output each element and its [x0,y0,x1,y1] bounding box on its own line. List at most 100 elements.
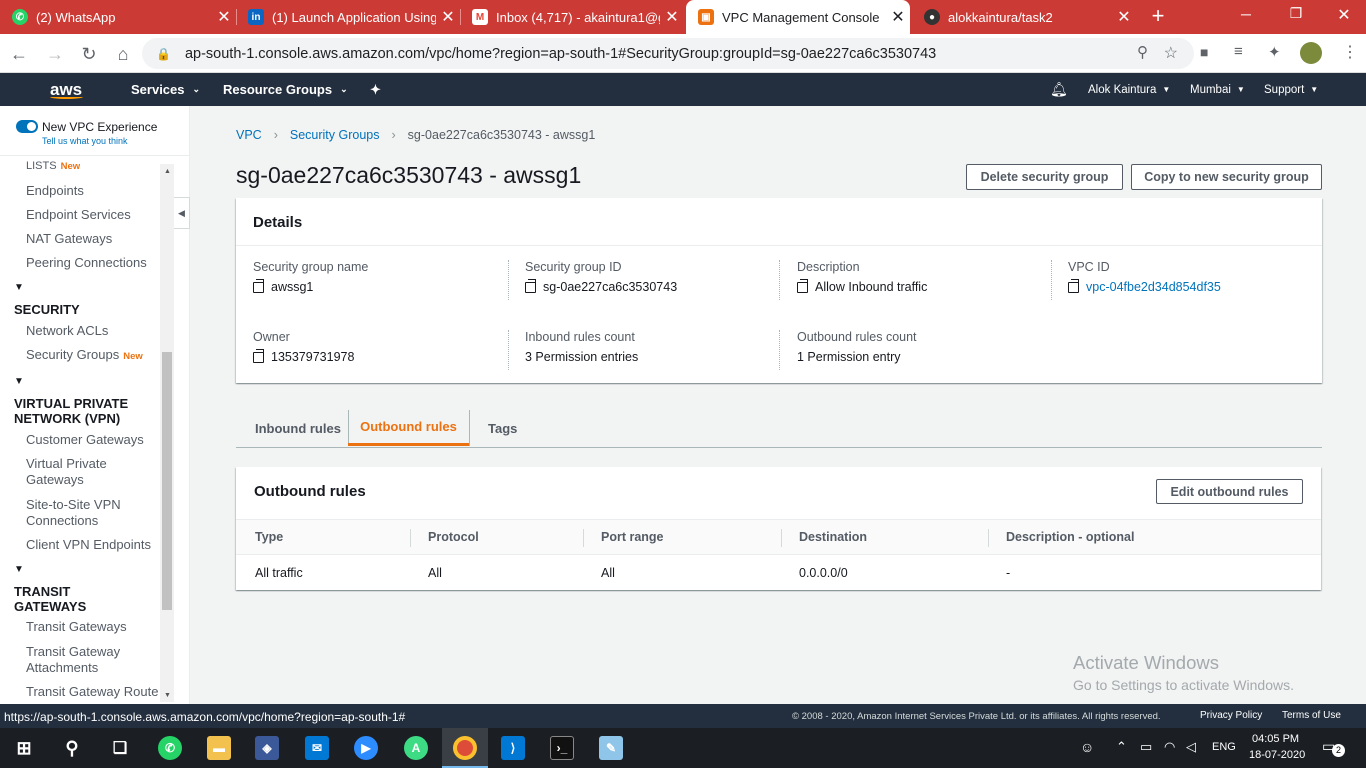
back-button[interactable]: ← [6,41,32,67]
notepad-icon[interactable]: ✎ [599,736,623,760]
sidebar-item-virtual-private-gateways[interactable]: Virtual Private [26,456,107,472]
sidebar-item-customer-gateways[interactable]: Customer Gateways [26,432,144,448]
profile-avatar[interactable] [1300,42,1322,64]
wifi-icon[interactable]: ◠ [1164,739,1175,755]
bookmark-star-icon[interactable]: ☆ [1164,43,1178,63]
sidebar-item-transit-gateways[interactable]: Transit Gateways [26,619,127,635]
close-icon[interactable]: ✕ [886,7,910,27]
close-icon[interactable]: ✕ [212,7,236,27]
whatsapp-icon[interactable]: ✆ [158,736,182,760]
mail-icon[interactable]: ✉ [305,736,329,760]
aws-logo[interactable]: aws [50,73,83,106]
copy-icon[interactable] [797,278,808,293]
privacy-policy-link[interactable]: Privacy Policy [1200,710,1262,721]
close-icon[interactable]: ✕ [660,7,684,27]
windows-start-icon[interactable]: ⊞ [12,736,36,760]
sidebar-item-tgw-attachments-2[interactable]: Attachments [26,660,98,676]
browser-tab-github[interactable]: ● alokkaintura/task2 ✕ [912,0,1136,34]
forward-button[interactable]: → [42,41,68,67]
column-header-type[interactable]: Type [255,520,283,554]
section-vpn-line1[interactable]: VIRTUAL PRIVATE [14,396,128,411]
new-tab-button[interactable]: + [1146,4,1170,28]
clock-time[interactable]: 04:05 PM [1252,733,1299,745]
breadcrumb-vpc[interactable]: VPC [236,128,262,142]
section-security[interactable]: SECURITY [14,302,80,317]
tab-outbound-rules[interactable]: Outbound rules [348,410,469,446]
sidebar-item-virtual-private-gateways-2[interactable]: Gateways [26,472,84,488]
volume-icon[interactable]: ◁ [1186,739,1196,755]
tab-inbound-rules[interactable]: Inbound rules [255,410,341,446]
column-header-port-range[interactable]: Port range [601,520,664,554]
sidebar-item-tgw-route[interactable]: Transit Gateway Route [26,684,158,700]
section-tgw-line2[interactable]: GATEWAYS [14,599,86,614]
section-vpn-line2[interactable]: NETWORK (VPN) [14,411,120,426]
vscode-icon[interactable]: ⟩ [501,736,525,760]
sidebar-item-security-groups[interactable]: Security Groups New [26,347,143,365]
sidebar-collapse-button[interactable]: ◀ [174,197,190,229]
search-icon[interactable]: ⚲ [60,736,84,760]
terms-of-use-link[interactable]: Terms of Use [1282,710,1341,721]
feedback-link[interactable]: Tell us what you think [42,136,128,146]
android-studio-icon[interactable]: A [404,736,428,760]
browser-tab-vpc[interactable]: ▣ VPC Management Console ✕ [686,0,910,34]
chrome-taskbar-active[interactable] [442,728,488,768]
caret-down-icon[interactable]: ▼ [14,376,24,387]
delete-security-group-button[interactable]: Delete security group [966,164,1123,190]
sidebar-item-endpoint-services[interactable]: Endpoint Services [26,207,131,223]
sidebar-item-site-to-site-vpn-2[interactable]: Connections [26,513,98,529]
task-view-icon[interactable]: ❏ [108,736,132,760]
sidebar-item-tgw-attachments[interactable]: Transit Gateway [26,644,120,660]
sidebar-scrollbar[interactable]: ▲ ▼ [160,164,174,702]
region-menu[interactable]: Mumbai ▼ [1190,73,1245,106]
breadcrumb-security-groups[interactable]: Security Groups [290,128,380,142]
column-header-protocol[interactable]: Protocol [428,520,479,554]
camera-extension-icon[interactable]: ■ [1200,44,1208,60]
close-window-button[interactable]: ✕ [1330,5,1358,25]
sidebar-item-peering-connections[interactable]: Peering Connections [26,255,147,271]
language-indicator[interactable]: ENG [1212,741,1236,753]
zoom-icon[interactable]: ⚲ [1137,43,1148,61]
sidebar-item-lists[interactable]: Lists New [26,158,80,175]
pin-icon[interactable]: ✦ [370,73,381,106]
section-tgw-line1[interactable]: TRANSIT [14,584,70,599]
sidebar-item-client-vpn-endpoints[interactable]: Client VPN Endpoints [26,537,151,553]
account-menu[interactable]: Alok Kaintura ▼ [1088,73,1170,106]
resource-groups-menu[interactable]: Resource Groups ⌄ [223,73,348,106]
scrollbar-thumb[interactable] [162,352,172,610]
zoom-icon[interactable]: ▶ [354,736,378,760]
close-icon[interactable]: ✕ [1112,7,1136,27]
reload-button[interactable]: ↻ [76,41,102,67]
copy-security-group-button[interactable]: Copy to new security group [1131,164,1322,190]
copy-icon[interactable] [253,348,264,363]
sidebar-item-endpoints[interactable]: Endpoints [26,183,84,199]
copy-icon[interactable] [253,278,264,293]
file-explorer-icon[interactable]: ▬ [207,736,231,760]
people-icon[interactable]: ☺ [1080,739,1094,755]
scroll-down-icon[interactable]: ▼ [164,692,171,699]
caret-down-icon[interactable]: ▼ [14,564,24,575]
sidebar-item-site-to-site-vpn[interactable]: Site-to-Site VPN [26,497,121,513]
extensions-icon[interactable]: ✦ [1268,43,1281,61]
tab-tags[interactable]: Tags [488,410,517,446]
copy-icon[interactable] [525,278,536,293]
bell-icon[interactable]: 🔔︎ [1050,73,1068,106]
battery-icon[interactable]: ▭ [1140,739,1152,755]
column-header-description[interactable]: Description - optional [1006,520,1134,554]
browser-tab-gmail[interactable]: M Inbox (4,717) - akaintura1@g ✕ [460,0,684,34]
browser-tab-linkedin[interactable]: in (1) Launch Application Using ✕ [236,0,460,34]
column-divider[interactable] [410,529,411,547]
column-divider[interactable] [583,529,584,547]
virtualbox-icon[interactable]: ◈ [255,736,279,760]
notification-icon[interactable]: ▭ 2 [1322,738,1345,758]
vpc-id-link[interactable]: vpc-04fbe2d34d854df35 [1068,278,1221,294]
column-divider[interactable] [988,529,989,547]
copy-icon[interactable] [1068,278,1079,293]
column-divider[interactable] [781,529,782,547]
restore-button[interactable]: ❐ [1282,5,1310,22]
close-icon[interactable]: ✕ [436,7,460,27]
terminal-icon[interactable]: ›_ [550,736,574,760]
minimize-button[interactable]: ─ [1232,6,1260,22]
browser-tab-whatsapp[interactable]: ✆ (2) WhatsApp ✕ [0,0,236,34]
home-button[interactable]: ⌂ [110,41,136,67]
playlist-extension-icon[interactable]: ≡ [1234,43,1243,60]
